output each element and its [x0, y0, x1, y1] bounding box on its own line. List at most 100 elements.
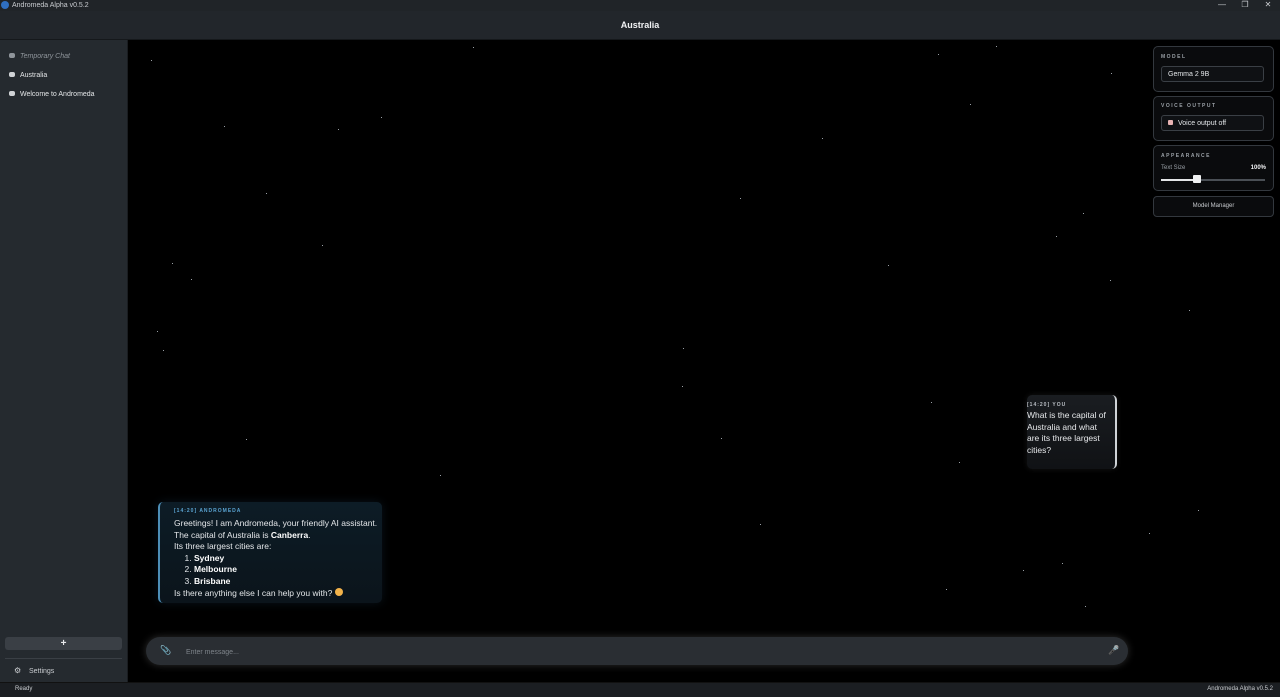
- sidebar: Temporary Chat Australia Welcome to Andr…: [0, 40, 128, 682]
- chat-bubble-icon: [9, 90, 15, 96]
- star: [1111, 73, 1112, 74]
- close-button[interactable]: ✕: [1258, 0, 1278, 11]
- list-item: Brisbane: [194, 576, 384, 588]
- status-bar: Ready Andromeda Alpha v0.5.2: [0, 682, 1280, 697]
- list-item: Melbourne: [194, 564, 384, 576]
- star: [740, 198, 741, 199]
- star: [224, 126, 225, 127]
- star: [163, 350, 164, 351]
- text-size-slider-track[interactable]: [1161, 179, 1265, 181]
- voice-output-panel: VOICE OUTPUT Voice output off: [1153, 96, 1274, 141]
- sidebar-item-welcome[interactable]: Welcome to Andromeda: [9, 88, 121, 102]
- star: [322, 245, 323, 246]
- sidebar-item-label: Temporary Chat: [20, 53, 70, 60]
- star: [931, 402, 932, 403]
- sidebar-item-temporary-chat[interactable]: Temporary Chat: [9, 50, 121, 64]
- star: [381, 117, 382, 118]
- chat-bubble-icon: [9, 52, 15, 58]
- gear-icon: ⚙: [14, 666, 22, 675]
- star: [266, 193, 267, 194]
- text-size-slider-fill: [1161, 179, 1198, 181]
- message-line: Is there anything else I can help you wi…: [174, 588, 384, 600]
- version-label: Andromeda Alpha v0.5.2: [1207, 686, 1273, 692]
- text-size-slider-thumb[interactable]: [1193, 175, 1202, 183]
- minimize-button[interactable]: —: [1212, 0, 1232, 11]
- chat-title: Australia: [620, 20, 660, 30]
- city-name: Sydney: [194, 552, 225, 563]
- star: [938, 54, 939, 55]
- paperclip-icon[interactable]: 📎: [160, 645, 171, 656]
- star: [1056, 236, 1057, 237]
- star: [1189, 310, 1190, 311]
- city-name: Brisbane: [194, 575, 231, 586]
- star: [191, 279, 192, 280]
- window-title: Andromeda Alpha v0.5.2: [12, 2, 89, 9]
- star: [1085, 606, 1086, 607]
- star: [1083, 213, 1084, 214]
- star: [946, 589, 947, 590]
- maximize-button[interactable]: ❐: [1235, 0, 1255, 11]
- assistant-message: [14:20] ANDROMEDA Greetings! I am Androm…: [158, 502, 382, 603]
- star: [970, 104, 971, 105]
- star: [1062, 563, 1063, 564]
- star: [1198, 510, 1199, 511]
- capital-name: Canberra: [270, 529, 309, 540]
- chat-header: Australia: [0, 11, 1280, 40]
- window-title-bar: Andromeda Alpha v0.5.2 — ❐ ✕: [0, 0, 1280, 11]
- message-line: The capital of Australia is Canberra.: [174, 530, 384, 542]
- message-text: Greetings! I am Andromeda, your friendly…: [174, 518, 384, 599]
- city-list: Sydney Melbourne Brisbane: [174, 553, 384, 588]
- star: [473, 47, 474, 48]
- star: [1023, 570, 1024, 571]
- star: [959, 462, 960, 463]
- star: [822, 138, 823, 139]
- city-name: Melbourne: [194, 564, 237, 575]
- message-line: Its three largest cities are:: [174, 541, 272, 552]
- star: [682, 386, 683, 387]
- chat-area: [14:20] YOU What is the capital of Austr…: [128, 40, 1280, 682]
- star: [1149, 533, 1150, 534]
- appearance-panel: APPEARANCE Text Size 100%: [1153, 145, 1274, 191]
- appearance-label: APPEARANCE: [1161, 153, 1212, 159]
- app-logo-icon: [1, 1, 9, 9]
- voice-output-toggle[interactable]: Voice output off: [1161, 115, 1264, 131]
- new-chat-button[interactable]: +: [5, 637, 122, 650]
- model-select[interactable]: Gemma 2 9B: [1161, 66, 1264, 82]
- smiley-emoji-icon: [334, 588, 343, 597]
- user-message: [14:20] YOU What is the capital of Austr…: [1027, 395, 1117, 469]
- settings-button[interactable]: ⚙ Settings: [14, 665, 54, 678]
- voice-output-value: Voice output off: [1178, 120, 1227, 127]
- message-line: Greetings! I am Andromeda, your friendly…: [174, 518, 378, 528]
- star: [721, 438, 722, 439]
- star: [157, 331, 158, 332]
- sidebar-item-australia[interactable]: Australia: [9, 69, 121, 83]
- status-text: Ready: [15, 686, 33, 692]
- message-text: What is the capital of Australia and wha…: [1027, 410, 1106, 455]
- message-input-bar: 📎 🎤: [146, 637, 1128, 665]
- sidebar-item-label: Welcome to Andromeda: [20, 91, 95, 98]
- star: [338, 129, 339, 130]
- microphone-icon[interactable]: 🎤: [1108, 645, 1119, 656]
- chat-bubble-icon: [9, 71, 15, 77]
- star: [760, 524, 761, 525]
- settings-label: Settings: [29, 668, 55, 675]
- message-text-span: The capital of Australia is: [174, 529, 271, 540]
- sidebar-item-label: Australia: [20, 72, 48, 79]
- model-manager-button[interactable]: Model Manager: [1153, 196, 1274, 217]
- message-text-span: .: [308, 529, 311, 540]
- text-size-value: 100%: [1250, 165, 1266, 171]
- star: [888, 265, 889, 266]
- star: [151, 60, 152, 61]
- sidebar-divider: [5, 658, 122, 659]
- star: [246, 439, 247, 440]
- message-meta: [14:20] YOU: [1027, 402, 1067, 408]
- list-item: Sydney: [194, 553, 384, 565]
- message-input[interactable]: [184, 643, 1088, 661]
- star: [172, 263, 173, 264]
- model-label: MODEL: [1161, 54, 1187, 60]
- text-size-label: Text Size: [1161, 165, 1186, 171]
- star: [1110, 280, 1111, 281]
- message-text-span: Is there anything else I can help you wi…: [174, 587, 333, 598]
- star: [996, 46, 997, 47]
- star: [440, 475, 441, 476]
